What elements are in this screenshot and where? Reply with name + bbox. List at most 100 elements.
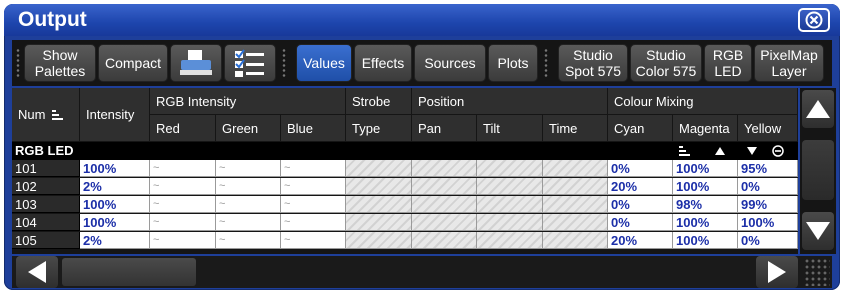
fixture-button-pixelmap-layer[interactable]: PixelMap Layer bbox=[754, 44, 824, 82]
cell-time[interactable] bbox=[543, 214, 608, 231]
cell-intensity[interactable]: 100% bbox=[80, 214, 150, 231]
cell-time[interactable] bbox=[543, 178, 608, 195]
cell-red[interactable]: ~ bbox=[150, 232, 216, 249]
cell-magenta[interactable]: 100% bbox=[673, 232, 738, 249]
cell-yellow[interactable]: 95% bbox=[738, 160, 798, 177]
print-button[interactable] bbox=[170, 44, 222, 82]
group-header-position[interactable]: Position bbox=[412, 88, 608, 115]
column-header-pan[interactable]: Pan bbox=[412, 115, 477, 142]
cell-red[interactable]: ~ bbox=[150, 196, 216, 213]
column-header-green[interactable]: Green bbox=[216, 115, 281, 142]
cell-magenta[interactable]: 98% bbox=[673, 196, 738, 213]
tab-sources[interactable]: Sources bbox=[414, 44, 486, 82]
tab-plots[interactable]: Plots bbox=[488, 44, 538, 82]
cell-intensity[interactable]: 2% bbox=[80, 232, 150, 249]
cell-intensity[interactable]: 100% bbox=[80, 196, 150, 213]
table-row[interactable]: 104 100% ~ ~ ~0% 100% 100% bbox=[12, 214, 798, 232]
cell-blue[interactable]: ~ bbox=[281, 232, 346, 249]
cell-num[interactable]: 104 bbox=[12, 214, 80, 231]
horizontal-scroll-thumb[interactable] bbox=[62, 258, 196, 286]
cell-strobe-type[interactable] bbox=[346, 214, 412, 231]
cell-green[interactable]: ~ bbox=[216, 178, 281, 195]
cell-blue[interactable]: ~ bbox=[281, 178, 346, 195]
cell-green[interactable]: ~ bbox=[216, 214, 281, 231]
grip-handle[interactable] bbox=[544, 48, 548, 78]
cell-strobe-type[interactable] bbox=[346, 178, 412, 195]
column-header-red[interactable]: Red bbox=[150, 115, 216, 142]
column-header-type[interactable]: Type bbox=[346, 115, 412, 142]
cell-green[interactable]: ~ bbox=[216, 160, 281, 177]
scroll-right-button[interactable] bbox=[756, 256, 798, 288]
cell-intensity[interactable]: 2% bbox=[80, 178, 150, 195]
cell-tilt[interactable] bbox=[477, 232, 543, 249]
tab-values[interactable]: Values bbox=[296, 44, 352, 82]
cell-blue[interactable]: ~ bbox=[281, 196, 346, 213]
cell-num[interactable]: 105 bbox=[12, 232, 80, 249]
cell-cyan[interactable]: 20% bbox=[608, 178, 673, 195]
column-header-cyan[interactable]: Cyan bbox=[608, 115, 673, 142]
cell-red[interactable]: ~ bbox=[150, 178, 216, 195]
group-header-strobe[interactable]: Strobe bbox=[346, 88, 412, 115]
column-header-time[interactable]: Time bbox=[543, 115, 608, 142]
cell-cyan[interactable]: 20% bbox=[608, 232, 673, 249]
close-button[interactable] bbox=[798, 8, 830, 32]
cell-pan[interactable] bbox=[412, 196, 477, 213]
show-palettes-button[interactable]: Show Palettes bbox=[24, 44, 96, 82]
sort-icon[interactable] bbox=[678, 145, 692, 157]
cell-intensity[interactable]: 100% bbox=[80, 160, 150, 177]
fixture-button-rgb-led[interactable]: RGB LED bbox=[704, 44, 752, 82]
arrow-up-icon[interactable] bbox=[714, 146, 726, 156]
remove-icon[interactable] bbox=[772, 145, 784, 157]
horizontal-scrollbar[interactable] bbox=[12, 256, 832, 288]
cell-time[interactable] bbox=[543, 160, 608, 177]
column-header-tilt[interactable]: Tilt bbox=[477, 115, 543, 142]
scroll-down-button[interactable] bbox=[802, 212, 834, 250]
compact-button[interactable]: Compact bbox=[98, 44, 168, 82]
resize-grip[interactable] bbox=[804, 258, 830, 286]
fixture-button-studio-spot[interactable]: Studio Spot 575 bbox=[558, 44, 628, 82]
cell-tilt[interactable] bbox=[477, 178, 543, 195]
cell-yellow[interactable]: 0% bbox=[738, 232, 798, 249]
cell-green[interactable]: ~ bbox=[216, 196, 281, 213]
cell-strobe-type[interactable] bbox=[346, 160, 412, 177]
cell-yellow[interactable]: 99% bbox=[738, 196, 798, 213]
cell-yellow[interactable]: 100% bbox=[738, 214, 798, 231]
column-header-magenta[interactable]: Magenta bbox=[673, 115, 738, 142]
fixture-button-studio-color[interactable]: Studio Color 575 bbox=[630, 44, 702, 82]
scroll-left-button[interactable] bbox=[16, 256, 58, 288]
cell-strobe-type[interactable] bbox=[346, 232, 412, 249]
column-header-intensity[interactable]: Intensity bbox=[80, 88, 150, 142]
cell-magenta[interactable]: 100% bbox=[673, 178, 738, 195]
arrow-down-icon[interactable] bbox=[746, 146, 758, 156]
table-row[interactable]: 103 100% ~ ~ ~0% 98% 99% bbox=[12, 196, 798, 214]
table-row[interactable]: 102 2% ~ ~ ~20% 100% 0% bbox=[12, 178, 798, 196]
cell-blue[interactable]: ~ bbox=[281, 214, 346, 231]
column-header-num[interactable]: Num bbox=[12, 88, 80, 142]
cell-magenta[interactable]: 100% bbox=[673, 214, 738, 231]
cell-tilt[interactable] bbox=[477, 196, 543, 213]
cell-cyan[interactable]: 0% bbox=[608, 196, 673, 213]
cell-time[interactable] bbox=[543, 232, 608, 249]
group-header-colour-mixing[interactable]: Colour Mixing bbox=[608, 88, 798, 115]
table-row[interactable]: 105 2% ~ ~ ~20% 100% 0% bbox=[12, 232, 798, 250]
grip-handle[interactable] bbox=[282, 48, 286, 78]
cell-tilt[interactable] bbox=[477, 160, 543, 177]
cell-num[interactable]: 102 bbox=[12, 178, 80, 195]
column-header-blue[interactable]: Blue bbox=[281, 115, 346, 142]
checklist-button[interactable] bbox=[224, 44, 276, 82]
cell-time[interactable] bbox=[543, 196, 608, 213]
scroll-up-button[interactable] bbox=[802, 90, 834, 128]
column-header-yellow[interactable]: Yellow bbox=[738, 115, 798, 142]
cell-pan[interactable] bbox=[412, 232, 477, 249]
cell-pan[interactable] bbox=[412, 214, 477, 231]
cell-cyan[interactable]: 0% bbox=[608, 214, 673, 231]
cell-green[interactable]: ~ bbox=[216, 232, 281, 249]
cell-num[interactable]: 101 bbox=[12, 160, 80, 177]
cell-red[interactable]: ~ bbox=[150, 160, 216, 177]
cell-red[interactable]: ~ bbox=[150, 214, 216, 231]
cell-strobe-type[interactable] bbox=[346, 196, 412, 213]
cell-blue[interactable]: ~ bbox=[281, 160, 346, 177]
vertical-scrollbar[interactable] bbox=[800, 88, 836, 254]
title-bar[interactable]: Output bbox=[4, 4, 840, 36]
cell-magenta[interactable]: 100% bbox=[673, 160, 738, 177]
